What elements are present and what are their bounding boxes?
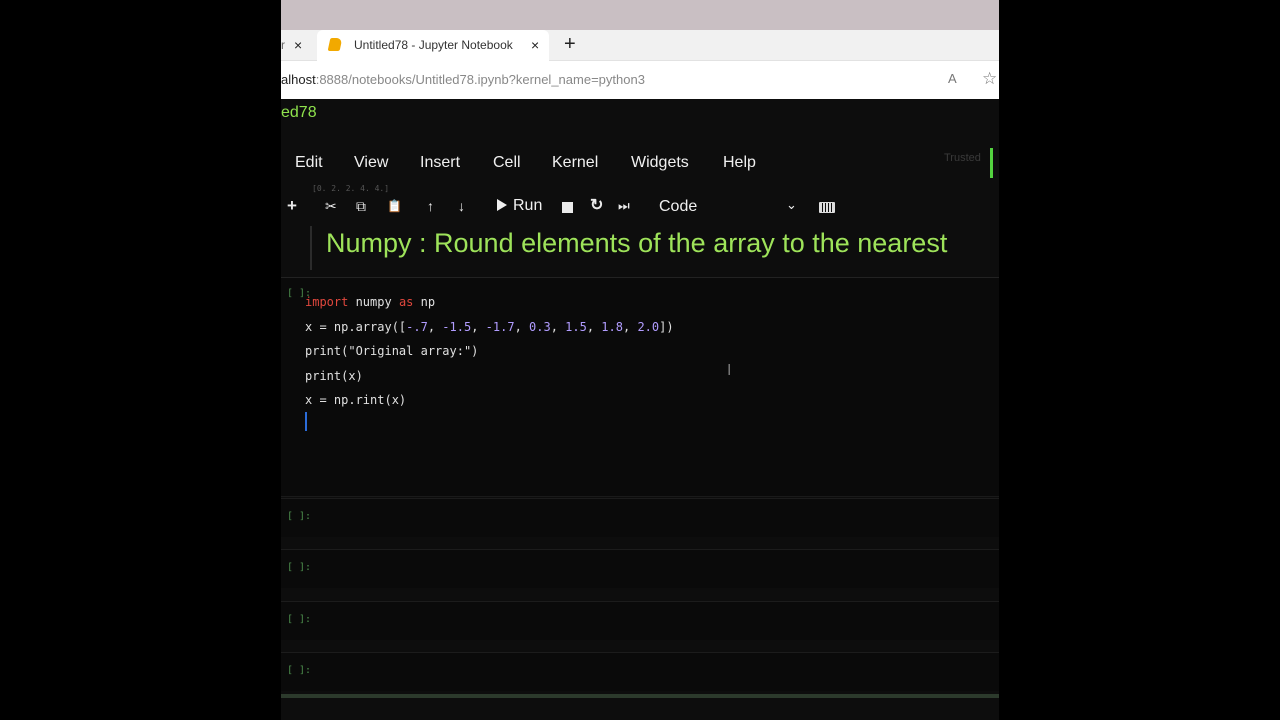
code-line-2: x = np.array([-.7, -1.5, -1.7, 0.3, 1.5,… bbox=[305, 319, 674, 334]
empty-code-cell-4[interactable]: [ ]: bbox=[281, 652, 999, 691]
code-cell[interactable]: [ ]: import numpy as np x = np.array([-.7… bbox=[281, 277, 999, 497]
menu-widgets[interactable]: Widgets bbox=[631, 154, 689, 172]
cut-icon[interactable]: ✂ bbox=[325, 198, 337, 214]
add-cell-button[interactable]: + bbox=[287, 197, 297, 214]
url-path: :8888/notebooks/Untitled78.ipynb?kernel_… bbox=[315, 72, 645, 87]
screen-frame: r × Untitled78 - Jupyter Notebook × + al… bbox=[281, 0, 999, 720]
cell-type-value: Code bbox=[659, 198, 698, 215]
play-icon bbox=[497, 199, 507, 211]
run-button[interactable]: Run bbox=[497, 197, 542, 215]
cell-prompt: [ ]: bbox=[287, 511, 312, 522]
copy-icon[interactable]: ⧉ bbox=[356, 198, 366, 214]
favorite-star-icon[interactable]: ☆ bbox=[982, 69, 997, 89]
tab-close-icon[interactable]: × bbox=[531, 37, 539, 53]
mouse-ibeam-cursor-icon: I bbox=[727, 362, 732, 379]
code-line-1: import numpy as np bbox=[305, 295, 436, 309]
previous-tab-close-icon[interactable]: × bbox=[294, 37, 302, 53]
markdown-cell[interactable]: Numpy : Round elements of the array to t… bbox=[310, 226, 999, 270]
move-up-icon[interactable]: ↑ bbox=[427, 198, 434, 214]
cell-prompt: [ ]: bbox=[287, 614, 312, 625]
menu-edit[interactable]: Edit bbox=[295, 154, 323, 172]
cell-type-select[interactable]: Code ⌄ bbox=[652, 195, 800, 219]
text-caret bbox=[305, 412, 307, 431]
menu-view[interactable]: View bbox=[354, 154, 388, 172]
menu-cell[interactable]: Cell bbox=[493, 154, 521, 172]
menu-kernel[interactable]: Kernel bbox=[552, 154, 598, 172]
code-line-3: print("Original array:") bbox=[305, 344, 479, 359]
markdown-heading: Numpy : Round elements of the array to t… bbox=[326, 228, 948, 258]
cell-prompt: [ ]: bbox=[287, 665, 312, 676]
tab-title: Untitled78 - Jupyter Notebook bbox=[354, 38, 513, 52]
menu-help[interactable]: Help bbox=[723, 154, 756, 172]
horizontal-scrollbar[interactable] bbox=[281, 694, 999, 698]
run-label: Run bbox=[513, 197, 543, 214]
read-aloud-icon[interactable]: A bbox=[948, 71, 957, 86]
stop-icon[interactable] bbox=[562, 202, 573, 213]
trusted-badge[interactable]: Trusted bbox=[944, 152, 981, 164]
jupyter-notebook-icon bbox=[327, 38, 343, 51]
empty-code-cell-2[interactable]: [ ]: bbox=[281, 549, 999, 588]
fast-forward-icon[interactable]: ⏭ bbox=[618, 198, 630, 214]
cell-prompt: [ ]: bbox=[287, 562, 312, 573]
restart-icon[interactable]: ↻ bbox=[590, 198, 603, 214]
previous-tab-label[interactable]: r bbox=[281, 38, 285, 52]
menu-insert[interactable]: Insert bbox=[420, 154, 460, 172]
empty-code-cell-1[interactable]: [ ]: bbox=[281, 498, 999, 537]
kernel-status-indicator bbox=[990, 148, 993, 178]
paste-icon[interactable]: 📋 bbox=[387, 198, 402, 214]
url-host: alhost bbox=[281, 72, 316, 87]
chevron-down-icon: ⌄ bbox=[786, 197, 797, 212]
code-line-5: x = np.rint(x) bbox=[305, 393, 407, 408]
move-down-icon[interactable]: ↓ bbox=[458, 198, 465, 214]
url-text[interactable]: alhost:8888/notebooks/Untitled78.ipynb?k… bbox=[281, 72, 645, 87]
notebook-title[interactable]: ed78 bbox=[281, 104, 317, 122]
window-titlebar bbox=[281, 0, 999, 30]
code-editor[interactable]: import numpy as np x = np.array([-.7, -1.… bbox=[305, 290, 674, 413]
address-bar[interactable]: alhost:8888/notebooks/Untitled78.ipynb?k… bbox=[281, 61, 999, 99]
browser-tab-bar: r × Untitled78 - Jupyter Notebook × + bbox=[281, 30, 999, 61]
new-tab-icon[interactable]: + bbox=[564, 33, 576, 56]
code-line-4: print(x) bbox=[305, 368, 363, 383]
notebook-toolbar: + ✂ ⧉ 📋 ↑ ↓ Run ↻ ⏭ Code ⌄ bbox=[281, 192, 999, 222]
empty-code-cell-3[interactable]: [ ]: bbox=[281, 601, 999, 640]
active-tab[interactable]: Untitled78 - Jupyter Notebook × bbox=[317, 30, 549, 61]
keyboard-icon[interactable] bbox=[819, 202, 835, 213]
menu-bar: Edit View Insert Cell Kernel Widgets Hel… bbox=[281, 148, 999, 178]
